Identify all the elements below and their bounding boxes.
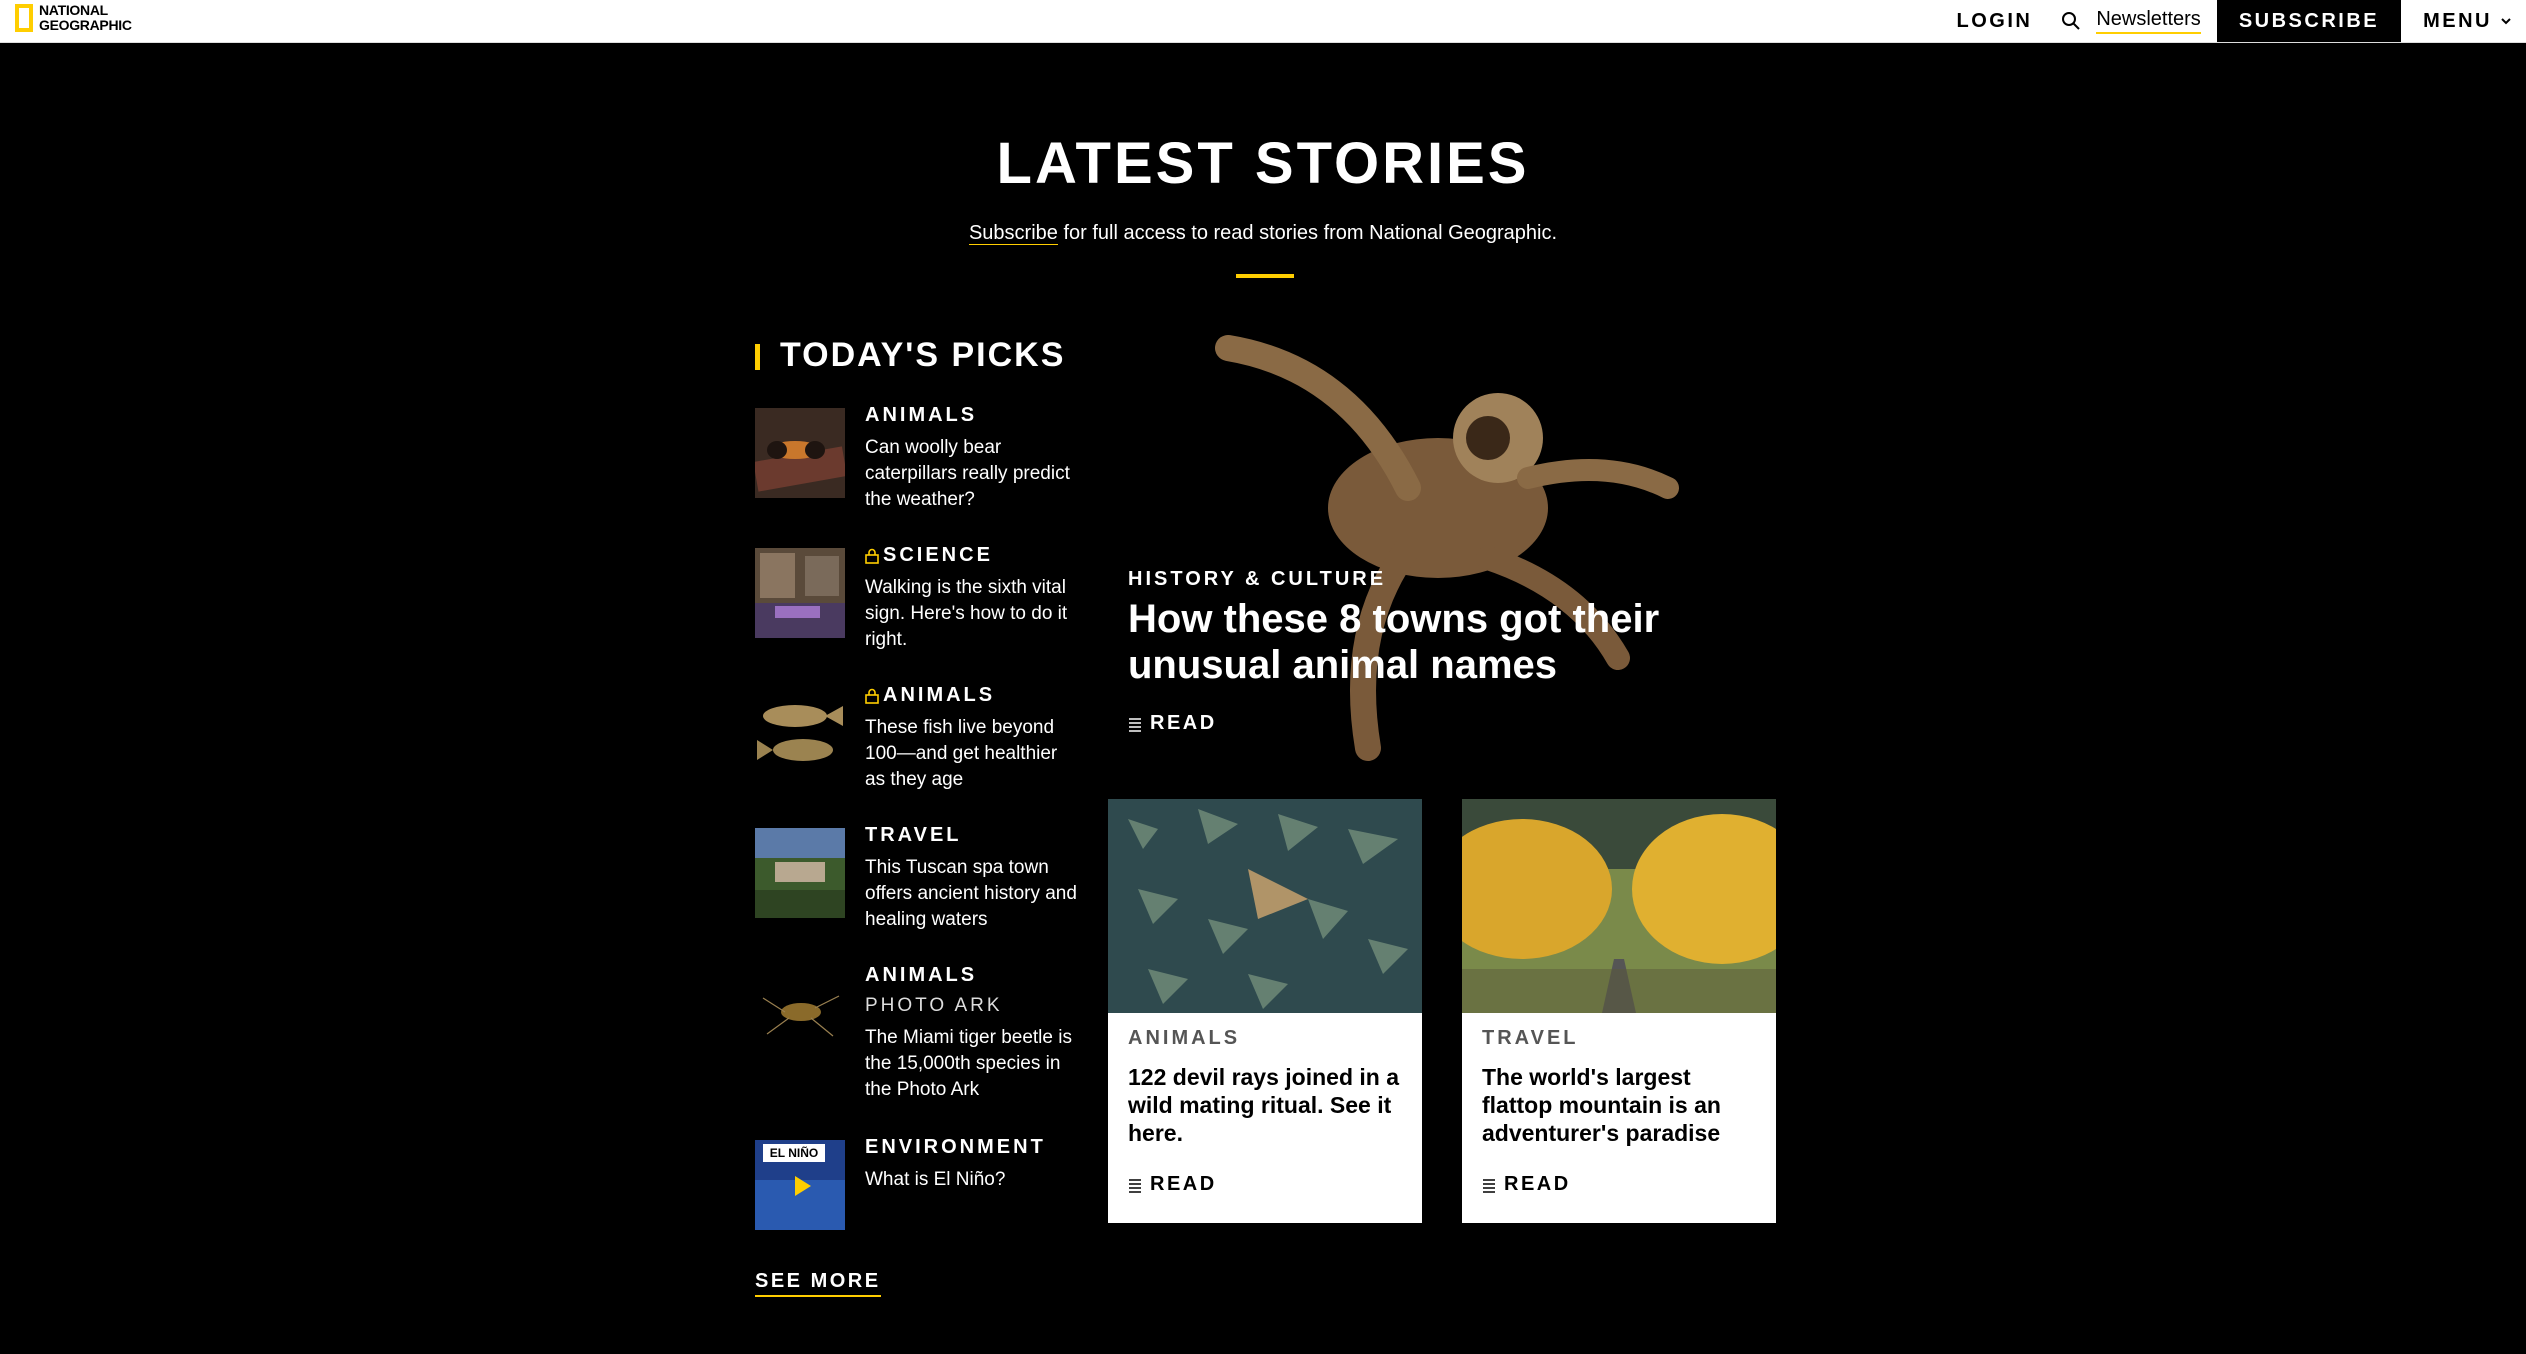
devil-rays-image[interactable] xyxy=(1108,799,1422,1013)
card-title[interactable]: The world's largest flattop mountain is … xyxy=(1482,1063,1762,1147)
pick-category[interactable]: ENVIRONMENT xyxy=(865,1136,1080,1159)
pick-category[interactable]: ANIMALS xyxy=(865,404,1080,427)
subtitle-text: for full access to read stories from Nat… xyxy=(1057,222,1558,244)
lock-icon xyxy=(865,548,879,564)
menu-label: MENU xyxy=(2423,9,2492,32)
hero-read-link[interactable]: READ xyxy=(1128,712,1217,735)
card-title[interactable]: 122 devil rays joined in a wild mating r… xyxy=(1128,1063,1408,1147)
read-label: READ xyxy=(1150,712,1217,734)
menu-button[interactable]: MENU xyxy=(2423,10,2512,33)
card-category[interactable]: ANIMALS xyxy=(1128,1027,1240,1050)
lock-icon xyxy=(865,688,879,704)
page-title: LATEST STORIES xyxy=(996,131,1530,196)
natgeo-logo[interactable]: NATIONAL GEOGRAPHIC xyxy=(15,3,132,33)
pick-category: SCIENCE xyxy=(883,544,993,566)
todays-picks-heading: TODAY'S PICKS xyxy=(755,336,1065,375)
newsletters-link[interactable]: Newsletters xyxy=(2096,8,2201,34)
yellow-border-icon xyxy=(15,4,33,32)
pick-headline[interactable]: Can woolly bear caterpillars really pred… xyxy=(865,435,1080,513)
subscribe-inline-link[interactable]: Subscribe xyxy=(968,222,1058,245)
search-icon[interactable] xyxy=(2060,10,2082,32)
subscribe-subtitle: Subscribe for full access to read storie… xyxy=(0,222,2526,245)
fish-thumbnail[interactable] xyxy=(755,688,845,778)
logo-line-2: GEOGRAPHIC xyxy=(39,17,132,33)
read-label: READ xyxy=(1504,1173,1571,1195)
logo-line-1: NATIONAL xyxy=(39,2,108,18)
login-link[interactable]: LOGIN xyxy=(1956,10,2032,33)
story-card-1[interactable]: ANIMALS 122 devil rays joined in a wild … xyxy=(1108,799,1422,1223)
pick-category[interactable]: ANIMALS xyxy=(865,964,1080,987)
read-label: READ xyxy=(1150,1173,1217,1195)
story-card-2[interactable]: TRAVEL The world's largest flattop mount… xyxy=(1462,799,1776,1223)
card-category[interactable]: TRAVEL xyxy=(1482,1027,1579,1050)
pick-headline[interactable]: Walking is the sixth vital sign. Here's … xyxy=(865,575,1080,653)
gibbon-image[interactable] xyxy=(1108,328,1776,768)
hero-title[interactable]: How these 8 towns got their unusual anim… xyxy=(1128,596,1688,688)
caterpillar-thumbnail[interactable] xyxy=(755,408,845,498)
flattop-mountain-image[interactable] xyxy=(1462,799,1776,1013)
card-read-link[interactable]: READ xyxy=(1482,1173,1571,1196)
subscribe-button[interactable]: SUBSCRIBE xyxy=(2216,0,2402,42)
pick-headline[interactable]: This Tuscan spa town offers ancient hist… xyxy=(865,855,1080,933)
walking-thumbnail[interactable] xyxy=(755,548,845,638)
tuscan-town-thumbnail[interactable] xyxy=(755,828,845,918)
tiger-beetle-thumbnail[interactable] xyxy=(755,968,845,1058)
top-navigation-bar: NATIONAL GEOGRAPHIC LOGIN Newsletters SU… xyxy=(0,0,2526,43)
el-nino-video-thumbnail[interactable]: EL NIÑO xyxy=(755,1140,845,1230)
hero-category[interactable]: HISTORY & CULTURE xyxy=(1128,568,1386,591)
hero-story[interactable]: HISTORY & CULTURE How these 8 towns got … xyxy=(1108,328,1776,768)
pick-category[interactable]: TRAVEL xyxy=(865,824,1080,847)
read-lines-icon xyxy=(1483,1178,1495,1193)
pick-category: ANIMALS xyxy=(883,684,996,706)
title-divider xyxy=(1236,274,1294,278)
nav-right: LOGIN Newsletters SUBSCRIBE MENU xyxy=(1956,0,2526,42)
thumb-badge: EL NIÑO xyxy=(770,1145,818,1160)
pick-headline[interactable]: What is El Niño? xyxy=(865,1167,1080,1193)
read-lines-icon xyxy=(1129,1178,1141,1193)
pick-subcategory[interactable]: PHOTO ARK xyxy=(865,995,1080,1017)
see-more-link[interactable]: SEE MORE xyxy=(755,1270,881,1297)
pick-headline[interactable]: These fish live beyond 100—and get healt… xyxy=(865,715,1080,793)
chevron-down-icon xyxy=(2501,18,2511,25)
read-lines-icon xyxy=(1129,717,1141,732)
card-read-link[interactable]: READ xyxy=(1128,1173,1217,1196)
pick-headline[interactable]: The Miami tiger beetle is the 15,000th s… xyxy=(865,1025,1080,1103)
